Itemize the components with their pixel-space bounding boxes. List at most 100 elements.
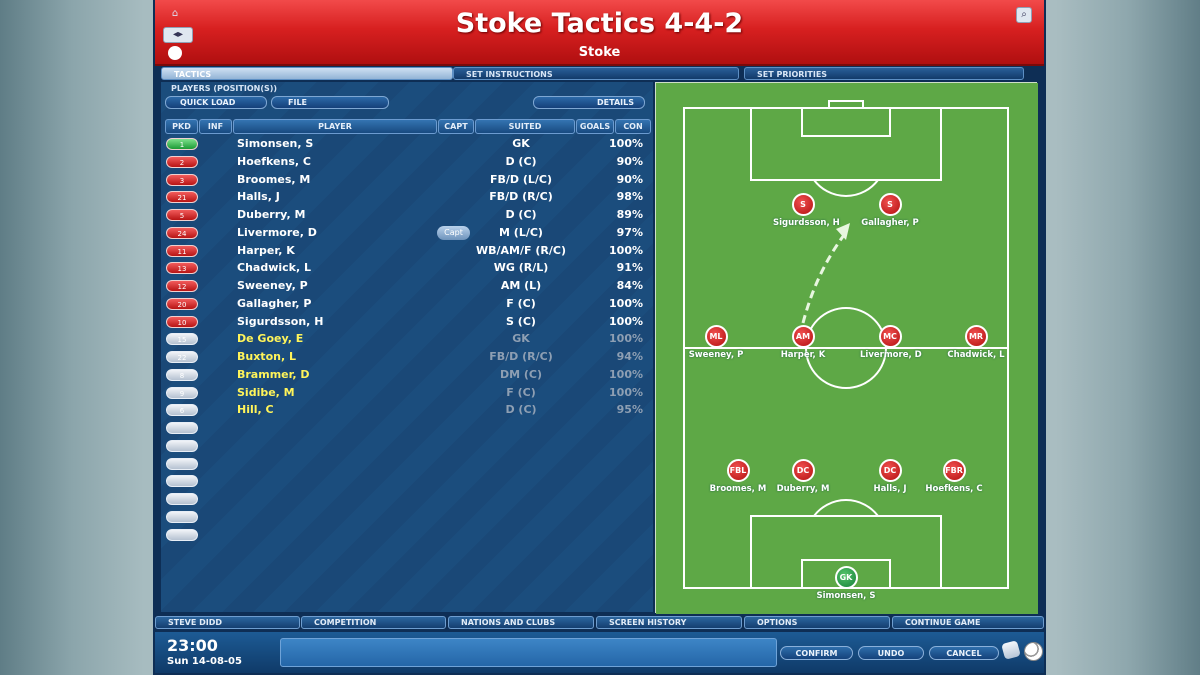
table-row[interactable] (161, 491, 653, 509)
pkd-pill[interactable] (166, 422, 198, 434)
nav-manager[interactable]: STEVE DIDD (155, 616, 300, 629)
position-disc[interactable]: DC (878, 459, 902, 482)
table-row[interactable]: 12 Sweeney, P AM (L) 84% (161, 278, 653, 296)
pkd-pill[interactable]: 9 (166, 386, 198, 399)
table-row[interactable] (161, 509, 653, 527)
position-disc[interactable]: MC (878, 325, 902, 348)
player-name[interactable]: Harper, K (237, 244, 295, 257)
undo-button[interactable]: UNDO (858, 646, 924, 660)
col-player[interactable]: PLAYER (233, 119, 437, 134)
pitch-player[interactable]: ML Sweeney, P (686, 325, 746, 360)
captain-badge[interactable]: Capt (437, 225, 470, 240)
player-name[interactable]: Chadwick, L (237, 261, 311, 274)
details-button[interactable]: DETAILS (533, 96, 645, 109)
pkd-pill[interactable]: 24 (166, 226, 198, 239)
nav-options[interactable]: OPTIONS (744, 616, 890, 629)
player-name[interactable]: Hill, C (237, 403, 274, 416)
table-row[interactable]: 13 Chadwick, L WG (R/L) 91% (161, 260, 653, 278)
table-row[interactable]: 8 Brammer, D DM (C) 100% (161, 367, 653, 385)
pkd-pill[interactable]: 11 (166, 244, 198, 257)
news-ticker[interactable] (280, 638, 777, 667)
table-row[interactable] (161, 456, 653, 474)
file-button[interactable]: FILE (271, 96, 389, 109)
table-row[interactable] (161, 527, 653, 545)
nav-screen-history[interactable]: SCREEN HISTORY (596, 616, 742, 629)
tab-set-priorities[interactable]: SET PRIORITIES (744, 67, 1024, 80)
table-row[interactable]: 1 Simonsen, S GK 100% (161, 136, 653, 154)
hint-icon[interactable] (1001, 640, 1021, 660)
table-row[interactable]: 15 De Goey, E GK 100% (161, 331, 653, 349)
nav-nations-and-clubs[interactable]: NATIONS AND CLUBS (448, 616, 594, 629)
pitch-player[interactable]: DC Duberry, M (773, 459, 833, 494)
player-name[interactable]: Sigurdsson, H (237, 315, 323, 328)
player-name[interactable]: Livermore, D (237, 226, 317, 239)
player-name[interactable]: Hoefkens, C (237, 155, 311, 168)
position-disc[interactable]: S (791, 193, 815, 216)
pitch-player[interactable]: S Sigurdsson, H (773, 193, 840, 228)
pitch-player[interactable]: FBL Broomes, M (708, 459, 768, 494)
pkd-pill[interactable] (166, 528, 198, 541)
pkd-pill[interactable]: 5 (166, 209, 198, 221)
col-suited[interactable]: SUITED (475, 119, 575, 134)
col-inf[interactable]: INF (199, 119, 232, 134)
pkd-pill[interactable]: 10 (166, 315, 198, 328)
position-disc[interactable]: GK (834, 566, 858, 589)
table-row[interactable]: 5 Duberry, M D (C) 89% (161, 207, 653, 225)
pkd-pill[interactable] (166, 457, 198, 470)
pitch-player[interactable]: AM Harper, K (773, 325, 833, 360)
position-disc[interactable]: FBL (726, 459, 750, 482)
col-capt[interactable]: CAPT (438, 119, 474, 134)
table-row[interactable]: 9 Sidibe, M F (C) 100% (161, 385, 653, 403)
pkd-pill[interactable]: 21 (166, 191, 198, 204)
table-row[interactable]: 6 Hill, C D (C) 95% (161, 402, 653, 420)
position-disc[interactable]: S (878, 193, 902, 216)
player-name[interactable]: Halls, J (237, 190, 280, 203)
player-name[interactable]: Brammer, D (237, 368, 310, 381)
pitch-player[interactable]: DC Halls, J (860, 459, 920, 494)
position-disc[interactable]: ML (704, 325, 728, 348)
player-name[interactable]: De Goey, E (237, 332, 303, 345)
pkd-pill[interactable]: 15 (166, 333, 198, 346)
table-row[interactable] (161, 473, 653, 491)
quick-load-button[interactable]: QUICK LOAD (165, 96, 267, 109)
table-row[interactable]: 11 Harper, K WB/AM/F (R/C) 100% (161, 243, 653, 261)
player-name[interactable]: Buxton, L (237, 350, 296, 363)
pitch-player[interactable]: GK Simonsen, S (816, 566, 876, 601)
pitch-player[interactable]: MR Chadwick, L (946, 325, 1006, 360)
pkd-pill[interactable]: 13 (166, 262, 198, 275)
player-name[interactable]: Duberry, M (237, 208, 305, 221)
player-name[interactable]: Sweeney, P (237, 279, 308, 292)
pkd-pill[interactable]: 8 (166, 368, 198, 381)
ball-icon[interactable] (1024, 642, 1043, 661)
position-disc[interactable]: AM (791, 325, 815, 348)
player-name[interactable]: Broomes, M (237, 173, 310, 186)
pkd-pill[interactable] (166, 439, 198, 452)
nav-continue-game[interactable]: CONTINUE GAME (892, 616, 1044, 629)
pkd-pill[interactable]: 20 (166, 297, 198, 310)
table-row[interactable]: 10 Sigurdsson, H S (C) 100% (161, 314, 653, 332)
pkd-pill[interactable]: 3 (166, 173, 198, 186)
pkd-pill[interactable] (166, 475, 198, 488)
pkd-pill[interactable]: 22 (166, 351, 198, 363)
table-row[interactable] (161, 420, 653, 438)
tab-set-instructions[interactable]: SET INSTRUCTIONS (453, 67, 739, 80)
col-goals[interactable]: GOALS (576, 119, 614, 134)
pitch-player[interactable]: FBR Hoefkens, C (924, 459, 984, 494)
table-row[interactable]: 20 Gallagher, P F (C) 100% (161, 296, 653, 314)
position-disc[interactable]: MR (964, 325, 988, 348)
table-row[interactable]: 21 Halls, J FB/D (R/C) 98% (161, 189, 653, 207)
pkd-pill[interactable]: 2 (166, 155, 198, 168)
table-row[interactable]: 24 Livermore, D M (L/C) 97% Capt (161, 225, 653, 243)
tab-tactics[interactable]: TACTICS (161, 67, 453, 80)
pitch-player[interactable]: MC Livermore, D (860, 325, 922, 360)
cancel-button[interactable]: CANCEL (929, 646, 999, 660)
pitch-player[interactable]: S Gallagher, P (860, 193, 920, 228)
table-row[interactable]: 2 Hoefkens, C D (C) 90% (161, 154, 653, 172)
player-name[interactable]: Gallagher, P (237, 297, 311, 310)
pkd-pill[interactable]: 12 (166, 280, 198, 292)
table-row[interactable]: 3 Broomes, M FB/D (L/C) 90% (161, 172, 653, 190)
table-row[interactable] (161, 438, 653, 456)
player-name[interactable]: Simonsen, S (237, 137, 313, 150)
pkd-pill[interactable]: 6 (166, 404, 198, 417)
col-con[interactable]: CON (615, 119, 651, 134)
